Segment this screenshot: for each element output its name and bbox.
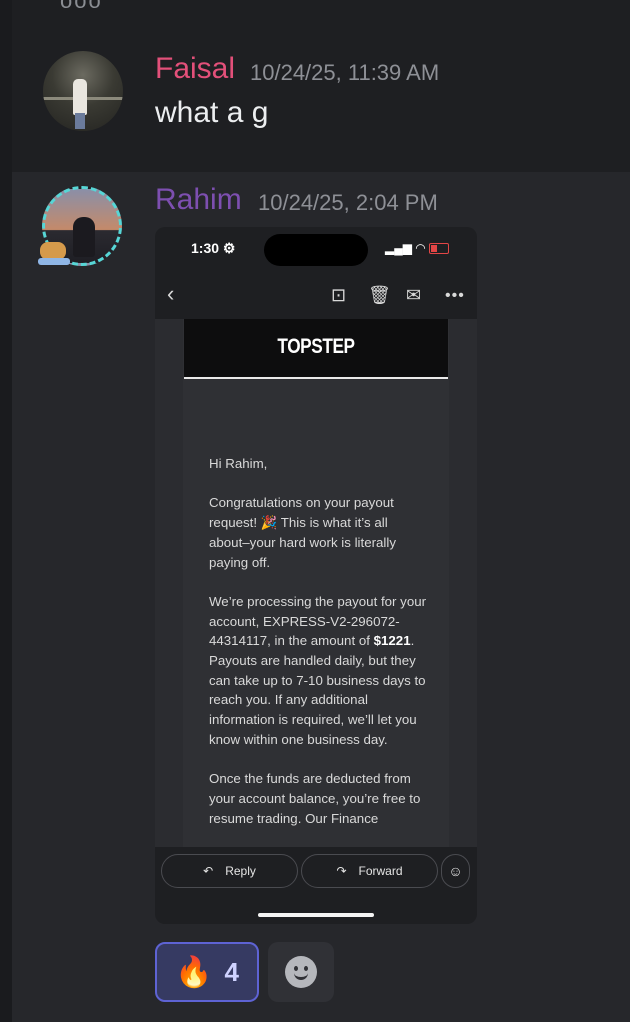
screenshot-attachment[interactable]: 1:30 ⚙ ▂▄▆ ◠ ‹ ⊡ 🗑 ✉ ••• TOPSTEP Hi Rahi… — [155, 227, 477, 924]
home-indicator — [258, 913, 374, 917]
emoji-icon: ☺ — [441, 854, 470, 888]
previous-message-fragment: ooo — [60, 0, 103, 13]
phone-status-bar: 1:30 ⚙ ▂▄▆ ◠ — [155, 227, 477, 269]
battery-icon — [428, 243, 449, 255]
left-rail — [0, 0, 12, 1022]
reply-button: ↶ Reply — [161, 854, 298, 888]
author-name[interactable]: Faisal — [155, 52, 235, 86]
email-greeting: Hi Rahim, — [209, 456, 268, 471]
payout-amount: $1221 — [373, 633, 411, 649]
mail-toolbar: ‹ ⊡ 🗑 ✉ ••• — [155, 279, 477, 313]
avatar-faisal[interactable] — [43, 51, 123, 131]
email-header: TOPSTEP — [184, 319, 448, 379]
dynamic-island — [264, 234, 368, 266]
timestamp: 10/24/25, 11:39 AM — [250, 60, 440, 85]
forward-icon: ↷ — [336, 864, 347, 878]
reaction-count: 4 — [224, 956, 239, 987]
avatar-decoration-icon — [38, 236, 70, 266]
email-actions: ↶ Reply ↷ Forward ☺ — [155, 851, 477, 891]
forward-button: ↷ Forward — [301, 854, 438, 888]
reply-icon: ↶ — [203, 864, 214, 878]
archive-icon: ⊡ — [331, 285, 347, 305]
back-icon: ‹ — [167, 281, 175, 306]
timestamp: 10/24/25, 2:04 PM — [258, 190, 438, 215]
email-view: TOPSTEP Hi Rahim, Congratulations on you… — [155, 319, 477, 847]
smile-icon — [285, 956, 317, 988]
message-text: what a g — [155, 96, 269, 129]
more-icon: ••• — [445, 287, 465, 304]
mail-icon: ✉ — [406, 285, 422, 305]
email-body: Hi Rahim, Congratulations on your payout… — [209, 454, 429, 847]
author-name[interactable]: Rahim — [155, 183, 242, 217]
email-paragraph: Once the funds are deducted from your ac… — [209, 771, 421, 826]
trash-icon: 🗑 — [368, 285, 391, 305]
add-reaction-button[interactable] — [268, 942, 334, 1002]
email-paragraph: We’re processing the payout for your acc… — [209, 593, 427, 747]
signal-wifi-battery-icons: ▂▄▆ ◠ — [385, 241, 449, 255]
settings-gear-icon: ⚙ — [222, 240, 236, 256]
status-time: 1:30 ⚙ — [191, 240, 236, 256]
fire-icon: 🔥 — [175, 955, 213, 989]
reaction-fire[interactable]: 🔥 4 — [155, 942, 259, 1002]
topstep-logo: TOPSTEP — [277, 335, 355, 358]
email-paragraph: Congratulations on your payout request! … — [209, 495, 396, 570]
